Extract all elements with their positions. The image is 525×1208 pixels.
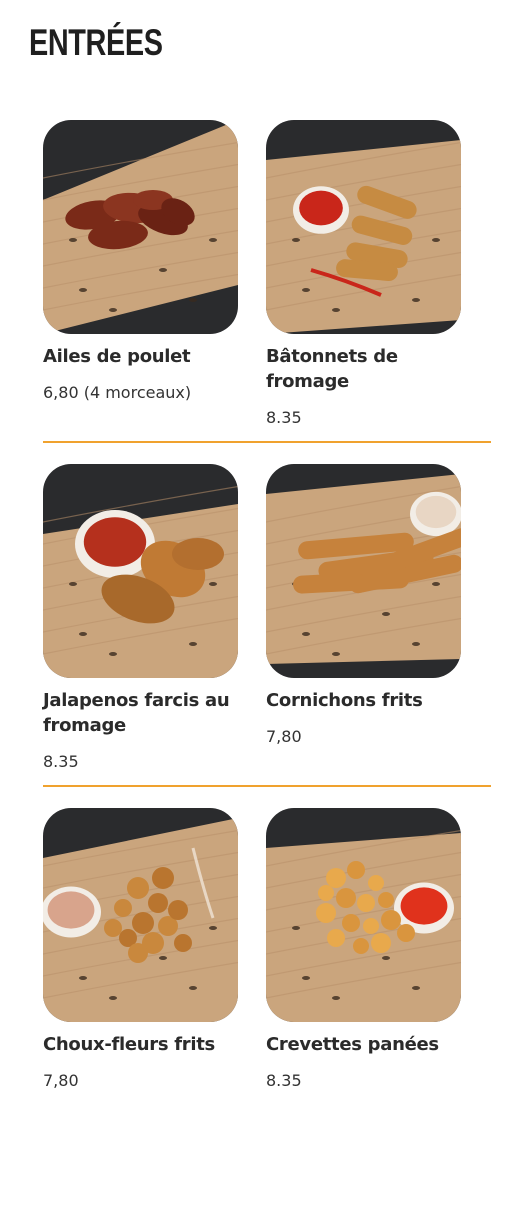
- menu-item-card[interactable]: Crevettes panées 8.35: [266, 808, 491, 1208]
- fried-cauliflower-photo-illustration: [43, 808, 238, 1022]
- item-price: 8.35: [43, 752, 79, 771]
- item-name: Bâtonnets de fromage: [266, 346, 398, 392]
- menu-item-card[interactable]: Cornichons frits 7,80: [266, 464, 491, 788]
- menu-item-card[interactable]: Bâtonnets de fromage 8.35: [266, 120, 491, 444]
- stuffed-jalapenos-photo[interactable]: [43, 464, 238, 678]
- item-name: Jalapenos farcis au fromage: [43, 690, 230, 736]
- fried-cauliflower-photo[interactable]: [43, 808, 238, 1022]
- chicken-wings-photo[interactable]: [43, 120, 238, 334]
- menu-item-card[interactable]: Ailes de poulet 6,80 (4 morceaux): [43, 120, 266, 444]
- cheese-sticks-photo-illustration: [266, 120, 461, 334]
- item-name: Choux-fleurs frits: [43, 1034, 215, 1055]
- fried-pickles-photo[interactable]: [266, 464, 461, 678]
- menu-item-card[interactable]: Choux-fleurs frits 7,80: [43, 808, 266, 1208]
- chicken-wings-photo-illustration: [43, 120, 238, 334]
- item-price: 8.35: [266, 1071, 302, 1090]
- item-name: Crevettes panées: [266, 1034, 439, 1055]
- menu-item-card[interactable]: Jalapenos farcis au fromage 8.35: [43, 464, 266, 788]
- item-divider: [266, 785, 491, 787]
- breaded-shrimp-photo[interactable]: [266, 808, 461, 1022]
- menu-grid: Ailes de poulet 6,80 (4 morceaux) Bâtonn…: [43, 120, 491, 1208]
- item-price: 8.35: [266, 408, 302, 427]
- item-price: 7,80: [43, 1071, 79, 1090]
- fried-pickles-photo-illustration: [266, 464, 461, 678]
- cheese-sticks-photo[interactable]: [266, 120, 461, 334]
- item-price: 6,80 (4 morceaux): [43, 383, 192, 402]
- item-name: Cornichons frits: [266, 690, 423, 711]
- item-divider: [266, 441, 491, 443]
- item-divider: [43, 785, 266, 787]
- item-divider: [43, 441, 266, 443]
- stuffed-jalapenos-photo-illustration: [43, 464, 238, 678]
- page-title: ENTRÉES: [29, 22, 163, 63]
- item-name: Ailes de poulet: [43, 346, 191, 367]
- item-price: 7,80: [266, 727, 302, 746]
- breaded-shrimp-photo-illustration: [266, 808, 461, 1022]
